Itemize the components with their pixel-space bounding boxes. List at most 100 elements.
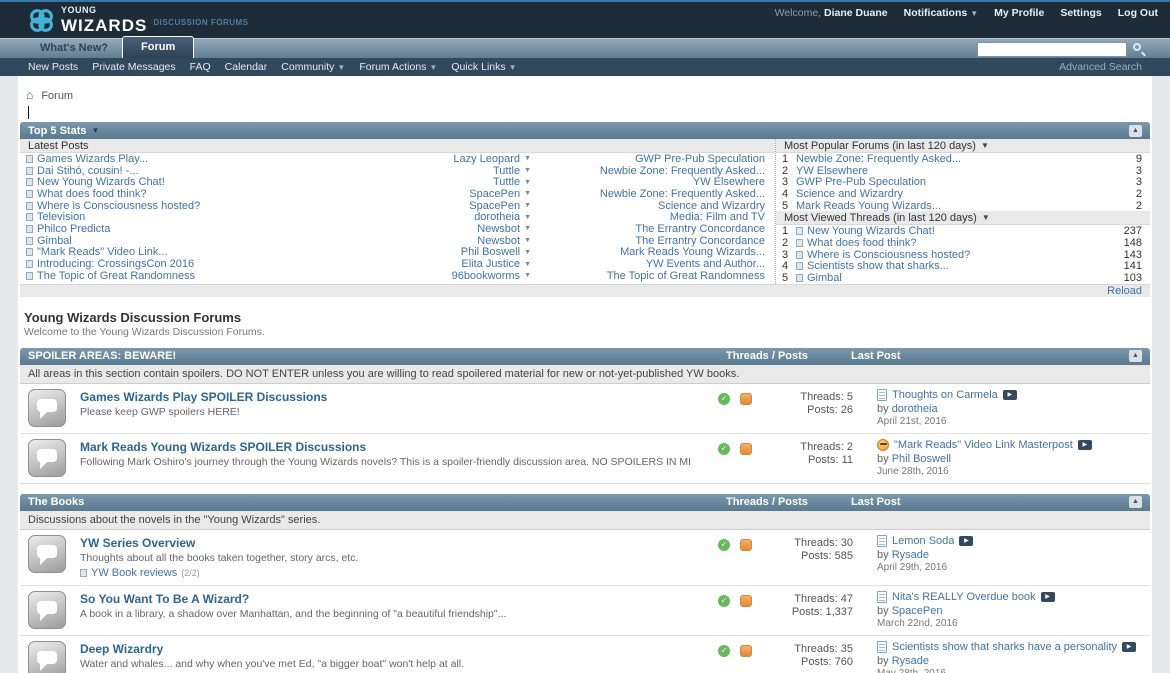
settings-link[interactable]: Settings (1060, 7, 1101, 19)
nav-faq[interactable]: FAQ (190, 61, 211, 73)
chevron-down-icon[interactable]: ▼ (524, 261, 531, 268)
username-link[interactable]: Diane Duane (824, 7, 888, 19)
latest-post-user[interactable]: dorotheia (408, 211, 520, 223)
chevron-down-icon[interactable]: ▼ (91, 126, 99, 135)
nav-forum-actions[interactable]: Forum Actions▼ (359, 61, 437, 73)
viewed-thread-link[interactable]: Where is Consciousness hosted? (807, 249, 1120, 261)
section-title[interactable]: SPOILER AREAS: BEWARE! (28, 350, 726, 362)
latest-post-user[interactable]: Lazy Leopard (408, 153, 520, 165)
chevron-down-icon[interactable]: ▼ (524, 190, 531, 197)
forum-link[interactable]: Games Wizards Play SPOILER Discussions (80, 390, 690, 404)
collapse-icon[interactable]: ▲ (1129, 350, 1142, 362)
goto-last-post-icon[interactable]: ▶ (1122, 642, 1136, 652)
popular-forum-link[interactable]: GWP Pre-Pub Speculation (796, 176, 1132, 188)
viewed-thread-link[interactable]: What does food think? (807, 237, 1120, 249)
rss-icon[interactable] (740, 645, 752, 657)
reload-link[interactable]: Reload (1107, 285, 1142, 297)
latest-post-forum[interactable]: Newbie Zone: Frequently Asked... (541, 165, 769, 177)
latest-post-title[interactable]: Introducing: CrossingsCon 2016 (37, 258, 194, 270)
nav-community[interactable]: Community▼ (281, 61, 345, 73)
last-post-link[interactable]: Nita's REALLY Overdue book (892, 591, 1036, 603)
goto-last-post-icon[interactable]: ▶ (1041, 592, 1055, 602)
popular-forum-link[interactable]: Science and Wizardry (796, 188, 1132, 200)
chevron-down-icon[interactable]: ▼ (524, 249, 531, 256)
last-post-author[interactable]: Phil Boswell (892, 453, 951, 465)
latest-post-user[interactable]: Newsbot (408, 235, 520, 247)
popular-forum-link[interactable]: YW Elsewhere (796, 165, 1132, 177)
viewed-thread-link[interactable]: New Young Wizards Chat! (807, 225, 1120, 237)
popular-forum-link[interactable]: Mark Reads Young Wizards... (796, 200, 1132, 212)
latest-post-title[interactable]: Games Wizards Play... (37, 153, 148, 165)
latest-post-user[interactable]: Elita Justice (408, 258, 520, 270)
chevron-down-icon[interactable]: ▼ (524, 179, 531, 186)
nav-private-messages[interactable]: Private Messages (92, 61, 175, 73)
goto-last-post-icon[interactable]: ▶ (1078, 440, 1092, 450)
last-post-author[interactable]: SpacePen (892, 605, 943, 617)
chevron-down-icon[interactable]: ▼ (524, 225, 531, 232)
section-title[interactable]: The Books (28, 496, 726, 508)
home-icon[interactable]: ⌂ (26, 88, 33, 102)
chevron-down-icon[interactable]: ▼ (524, 167, 531, 174)
search-button[interactable] (1131, 41, 1148, 57)
latest-post-forum[interactable]: Mark Reads Young Wizards... (541, 246, 769, 258)
tab-forum[interactable]: Forum (122, 36, 194, 58)
latest-post-title[interactable]: Gimbal (37, 235, 72, 247)
nav-calendar[interactable]: Calendar (225, 61, 268, 73)
viewed-thread-link[interactable]: Scientists show that sharks... (807, 260, 1120, 272)
chevron-down-icon[interactable]: ▼ (981, 141, 989, 150)
latest-post-user[interactable]: SpacePen (408, 188, 520, 200)
breadcrumb-forum[interactable]: Forum (41, 90, 73, 102)
my-profile-link[interactable]: My Profile (994, 7, 1044, 19)
latest-post-title[interactable]: Where is Consciousness hosted? (37, 200, 200, 212)
chevron-down-icon[interactable]: ▼ (524, 237, 531, 244)
rss-icon[interactable] (740, 539, 752, 551)
forum-link[interactable]: So You Want To Be A Wizard? (80, 592, 690, 606)
chevron-down-icon[interactable]: ▼ (524, 214, 531, 221)
latest-post-title[interactable]: Television (37, 211, 85, 223)
chevron-down-icon[interactable]: ▼ (524, 272, 531, 279)
latest-post-forum[interactable]: GWP Pre-Pub Speculation (541, 153, 769, 165)
latest-post-user[interactable]: Tuttle (408, 176, 520, 188)
latest-post-title[interactable]: New Young Wizards Chat! (37, 176, 165, 188)
tab-whats-new[interactable]: What's New? (26, 39, 122, 58)
last-post-link[interactable]: Scientists show that sharks have a perso… (892, 641, 1117, 653)
last-post-link[interactable]: Lemon Soda (892, 535, 954, 547)
last-post-link[interactable]: "Mark Reads" Video Link Masterpost (894, 439, 1073, 451)
latest-post-title[interactable]: What does food think? (37, 188, 146, 200)
advanced-search-link[interactable]: Advanced Search (1059, 61, 1142, 73)
last-post-author[interactable]: dorotheia (892, 403, 938, 415)
last-post-author[interactable]: Rysade (892, 549, 929, 561)
latest-post-forum[interactable]: YW Elsewhere (541, 176, 769, 188)
viewed-thread-link[interactable]: Gimbal (807, 272, 1120, 284)
latest-post-forum[interactable]: Newbie Zone: Frequently Asked... (541, 188, 769, 200)
nav-new-posts[interactable]: New Posts (28, 61, 78, 73)
latest-post-forum[interactable]: The Topic of Great Randomness (541, 270, 769, 282)
latest-post-user[interactable]: Newsbot (408, 223, 520, 235)
latest-post-title[interactable]: Dai Stihó, cousin! -... (37, 165, 139, 177)
rss-icon[interactable] (740, 595, 752, 607)
site-logo[interactable]: YOUNG WIZARDS DISCUSSION FORUMS (28, 6, 249, 34)
popular-forum-link[interactable]: Newbie Zone: Frequently Asked... (796, 153, 1132, 165)
latest-post-user[interactable]: SpacePen (408, 200, 520, 212)
latest-post-title[interactable]: Philco Predicta (37, 223, 110, 235)
forum-link[interactable]: Mark Reads Young Wizards SPOILER Discuss… (80, 440, 690, 454)
chevron-down-icon[interactable]: ▼ (524, 155, 531, 162)
goto-last-post-icon[interactable]: ▶ (1003, 390, 1017, 400)
collapse-icon[interactable]: ▲ (1129, 125, 1142, 137)
latest-post-forum[interactable]: Science and Wizardry (541, 200, 769, 212)
chevron-down-icon[interactable]: ▼ (524, 202, 531, 209)
rss-icon[interactable] (740, 443, 752, 455)
forum-link[interactable]: Deep Wizardry (80, 642, 690, 656)
latest-post-forum[interactable]: YW Events and Author... (541, 258, 769, 270)
last-post-link[interactable]: Thoughts on Carmela (892, 389, 998, 401)
latest-post-user[interactable]: Tuttle (408, 165, 520, 177)
latest-post-title[interactable]: "Mark Reads" Video Link... (37, 246, 168, 258)
latest-post-user[interactable]: 96bookworms (408, 270, 520, 282)
latest-post-user[interactable]: Phil Boswell (408, 246, 520, 258)
latest-post-forum[interactable]: The Errantry Concordance (541, 235, 769, 247)
collapse-icon[interactable]: ▲ (1129, 496, 1142, 508)
latest-post-title[interactable]: The Topic of Great Randomness (37, 270, 195, 282)
goto-last-post-icon[interactable]: ▶ (959, 536, 973, 546)
forum-link[interactable]: YW Series Overview (80, 536, 690, 550)
latest-post-forum[interactable]: The Errantry Concordance (541, 223, 769, 235)
